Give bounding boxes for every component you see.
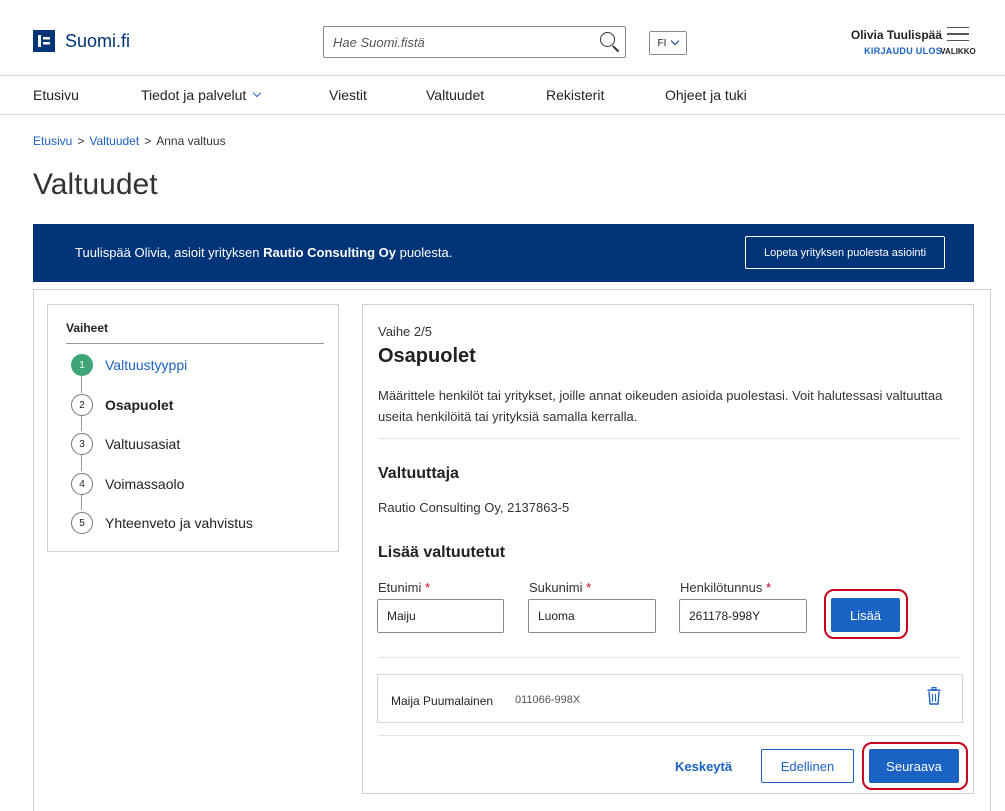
nav-label: Ohjeet ja tuki <box>665 87 747 103</box>
required-mark: * <box>586 580 592 595</box>
grantor-value: Rautio Consulting Oy, 2137863-5 <box>378 500 570 515</box>
step-valtuusasiat: 3 Valtuusasiat <box>71 433 180 455</box>
grantee-name: Maija Puumalainen <box>391 694 494 708</box>
chevron-down-icon <box>671 36 680 46</box>
previous-button[interactable]: Edellinen <box>761 749 854 783</box>
breadcrumb-separator: > <box>77 134 85 148</box>
step-label: Voimassaolo <box>105 476 185 492</box>
breadcrumb-link-etusivu[interactable]: Etusivu <box>33 134 72 148</box>
nav-label: Tiedot ja palvelut <box>141 87 247 103</box>
logo-mark-icon <box>33 30 55 52</box>
breadcrumb-current: Anna valtuus <box>156 134 226 148</box>
next-button[interactable]: Seuraava <box>869 749 959 783</box>
breadcrumb-separator: > <box>144 134 152 148</box>
logo-text: Suomi.fi <box>65 30 131 51</box>
trash-icon[interactable] <box>927 687 941 705</box>
nav-label: Viestit <box>329 87 367 103</box>
nav-item-rekisterit[interactable]: Rekisterit <box>546 87 604 103</box>
step-number-badge: 4 <box>71 473 93 495</box>
steps-title: Vaiheet <box>66 321 109 335</box>
banner-suffix: puolesta. <box>395 245 453 260</box>
chevron-down-icon <box>253 88 262 98</box>
search-input[interactable] <box>324 27 591 57</box>
nav-label: Rekisterit <box>546 87 605 103</box>
stop-acting-button[interactable]: Lopeta yrityksen puolesta asiointi <box>745 236 945 269</box>
step-label: Valtuusasiat <box>105 436 181 452</box>
banner-text: Tuulispää Olivia, asioit yrityksen Rauti… <box>75 245 452 260</box>
search-icon[interactable] <box>591 27 625 57</box>
ssn-input[interactable] <box>679 599 807 633</box>
top-header: Suomi.fi FI Olivia Tuulispää KIRJAUDU UL… <box>0 0 1005 76</box>
step-number-badge: 3 <box>71 433 93 455</box>
step-connector <box>81 415 82 431</box>
banner-company: Rautio Consulting Oy <box>263 245 396 260</box>
label-text: Etunimi <box>378 580 422 595</box>
step-number-badge: 2 <box>71 394 93 416</box>
steps-panel: Vaiheet 1 Valtuustyyppi 2 Osapuolet 3 Va… <box>47 304 339 552</box>
step-valtuustyyppi[interactable]: 1 Valtuustyyppi <box>71 354 187 376</box>
nav-label: Valtuudet <box>426 87 485 103</box>
step-osapuolet: 2 Osapuolet <box>71 394 173 416</box>
nav-item-ohjeet-ja-tuki[interactable]: Ohjeet ja tuki <box>665 87 747 103</box>
add-grantees-heading: Lisää valtuutetut <box>378 544 506 561</box>
ssn-label: Henkilötunnus * <box>680 580 771 595</box>
label-text: Henkilötunnus <box>680 580 763 595</box>
add-grantee-button[interactable]: Lisää <box>831 598 900 632</box>
page-title: Valtuudet <box>33 168 158 201</box>
first-name-input[interactable] <box>377 599 504 633</box>
acting-on-behalf-banner: Tuulispää Olivia, asioit yrityksen Rauti… <box>33 224 974 282</box>
parties-form-card: Vaihe 2/5 Osapuolet Määrittele henkilöt … <box>362 304 974 794</box>
required-mark: * <box>766 580 772 595</box>
suomi-fi-logo[interactable]: Suomi.fi <box>33 30 130 52</box>
breadcrumb: Etusivu > Valtuudet > Anna valtuus <box>33 134 226 148</box>
logo-glyph-icon <box>38 35 50 47</box>
menu-label: VALIKKO <box>940 47 976 56</box>
menu-button[interactable]: VALIKKO <box>940 27 976 56</box>
user-info: Olivia Tuulispää KIRJAUDU ULOS <box>851 28 942 56</box>
nav-label: Etusivu <box>33 87 79 103</box>
intro-text: Määrittele henkilöt tai yritykset, joill… <box>378 388 943 424</box>
section-divider <box>378 438 960 439</box>
first-name-label: Etunimi * <box>378 580 430 595</box>
hamburger-icon <box>947 27 969 41</box>
nav-item-tiedot-ja-palvelut[interactable]: Tiedot ja palvelut <box>141 87 262 103</box>
step-label: Yhteenveto ja vahvistus <box>105 515 253 531</box>
step-connector <box>81 376 82 393</box>
main-nav: Etusivu Tiedot ja palvelut Viestit Valtu… <box>0 77 1005 115</box>
last-name-input[interactable] <box>528 599 656 633</box>
label-text: Sukunimi <box>529 580 583 595</box>
language-value: FI <box>657 37 667 49</box>
step-label: Valtuustyyppi <box>105 357 188 373</box>
section-divider <box>378 735 960 736</box>
section-divider <box>378 657 960 658</box>
cancel-button[interactable]: Keskeytä <box>675 759 732 774</box>
grantee-entry: Maija Puumalainen 011066-998X <box>377 674 963 723</box>
phase-indicator: Vaihe 2/5 <box>378 324 432 339</box>
search-box <box>323 26 626 58</box>
logout-link[interactable]: KIRJAUDU ULOS <box>851 46 942 56</box>
section-title: Osapuolet <box>378 345 476 367</box>
required-mark: * <box>424 580 431 595</box>
steps-divider <box>66 343 324 344</box>
step-number-badge: 5 <box>71 512 93 534</box>
breadcrumb-link-valtuudet[interactable]: Valtuudet <box>89 134 139 148</box>
step-number-badge: 1 <box>71 354 93 376</box>
banner-prefix: Tuulispää Olivia, asioit yrityksen <box>75 245 264 260</box>
last-name-label: Sukunimi * <box>529 580 591 595</box>
nav-item-etusivu[interactable]: Etusivu <box>33 87 79 103</box>
step-label: Osapuolet <box>105 397 174 413</box>
step-voimassaolo: 4 Voimassaolo <box>71 473 184 495</box>
grantor-heading: Valtuuttaja <box>378 465 459 482</box>
user-name: Olivia Tuulispää <box>850 28 942 42</box>
step-connector <box>81 455 82 471</box>
grantee-id: 011066-998X <box>515 694 581 706</box>
nav-item-viestit[interactable]: Viestit <box>329 87 367 103</box>
language-select[interactable]: FI <box>649 31 687 55</box>
nav-item-valtuudet[interactable]: Valtuudet <box>426 87 484 103</box>
step-yhteenveto: 5 Yhteenveto ja vahvistus <box>71 512 253 534</box>
step-connector <box>81 494 82 510</box>
